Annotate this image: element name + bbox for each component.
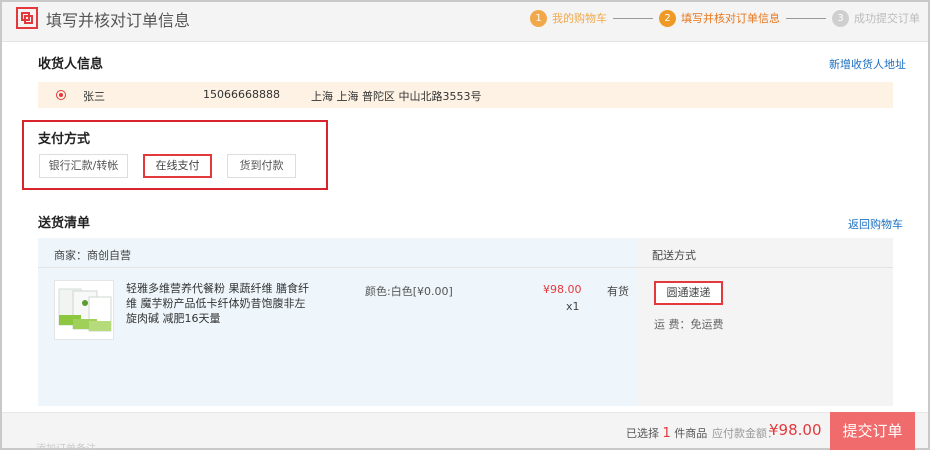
pay-bank-transfer-button[interactable]: 银行汇款/转帐: [39, 154, 128, 178]
selected-count: 已选择 1 件商品: [626, 425, 707, 441]
delivery-method-header: 配送方式: [652, 249, 696, 262]
product-quantity: x1: [566, 300, 580, 313]
stock-status: 有货: [607, 285, 629, 298]
order-remark-label: 添加订单备注: [36, 444, 96, 450]
step-number: 1: [530, 9, 547, 27]
step-submit: 3 成功提交订单: [832, 9, 920, 27]
page-title: 填写并核对订单信息: [46, 11, 191, 30]
shipping-fee: 运 费：免运费: [654, 318, 724, 331]
product-image[interactable]: [54, 280, 114, 340]
selected-number: 1: [662, 426, 671, 441]
consignee-phone: 15066668888: [203, 88, 280, 101]
merchant-label: 商家：商创自营: [54, 249, 131, 262]
shipping-method-button[interactable]: 圆通速递: [654, 281, 723, 305]
step-label: 我的购物车: [552, 12, 607, 25]
delivery-list-title: 送货清单: [38, 216, 91, 231]
order-list-header: [38, 238, 893, 268]
step-number: 3: [832, 9, 849, 27]
product-price: ¥98.00: [543, 283, 582, 296]
pay-cod-button[interactable]: 货到付款: [227, 154, 296, 178]
address-row[interactable]: 张三 15066668888 上海 上海 普陀区 中山北路3553号: [38, 82, 893, 108]
consignee-title: 收货人信息: [38, 57, 104, 72]
consignee-name: 张三: [83, 90, 105, 103]
step-connector: [613, 17, 653, 19]
step-label: 填写并核对订单信息: [681, 12, 780, 25]
step-fill-order: 2 填写并核对订单信息: [659, 9, 780, 27]
selected-suffix: 件商品: [674, 427, 708, 440]
pay-online-button[interactable]: 在线支付: [143, 154, 212, 178]
progress-steps: 1 我的购物车 2 填写并核对订单信息 3 成功提交订单: [530, 8, 920, 28]
total-amount: ¥98.00: [769, 421, 822, 439]
step-number: 2: [659, 9, 676, 27]
add-address-link[interactable]: 新增收货人地址: [829, 56, 906, 72]
step-cart: 1 我的购物车: [530, 9, 607, 27]
consignee-address: 上海 上海 普陀区 中山北路3553号: [311, 90, 482, 103]
address-radio[interactable]: [56, 90, 66, 100]
product-name[interactable]: 轻雅多维营养代餐粉 果蔬纤维 膳食纤维 魔芋粉产品低卡纤体奶昔饱腹非左旋肉碱 减…: [126, 281, 311, 326]
submit-order-button[interactable]: 提交订单: [830, 412, 915, 450]
back-to-cart-link[interactable]: 返回购物车: [848, 216, 903, 232]
logo-icon: [16, 7, 38, 29]
step-label: 成功提交订单: [854, 12, 920, 25]
product-attribute: 颜色:白色[¥0.00]: [365, 285, 453, 298]
payment-title: 支付方式: [38, 132, 91, 147]
step-connector: [786, 17, 826, 19]
selected-prefix: 已选择: [626, 427, 659, 440]
